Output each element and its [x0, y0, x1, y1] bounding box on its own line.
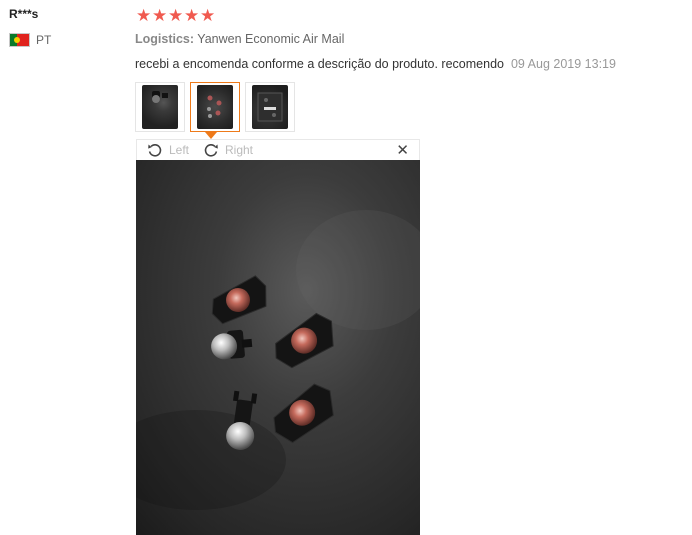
review-photo-thumbnails: [135, 82, 300, 132]
rotate-right-button[interactable]: Right: [203, 142, 253, 158]
rotate-left-button[interactable]: Left: [147, 142, 189, 158]
photo-thumbnail-image: [197, 85, 233, 129]
star-icon: ★: [136, 6, 152, 25]
star-icon: ★: [184, 6, 200, 25]
photo-thumbnail-image: [142, 85, 178, 129]
active-thumbnail-caret: [205, 132, 217, 139]
review-content: recebi a encomenda conforme a descrição …: [135, 57, 616, 71]
rotate-left-icon: [148, 144, 162, 157]
logistics-info: Logistics: Yanwen Economic Air Mail: [135, 32, 344, 46]
logistics-value: Yanwen Economic Air Mail: [197, 32, 345, 46]
reviewer-country: PT: [9, 33, 51, 47]
rotate-left-label: Left: [169, 143, 190, 157]
rotate-right-icon: [204, 144, 218, 157]
review-photo-thumbnail[interactable]: [135, 82, 185, 132]
star-icon: ★: [168, 6, 184, 25]
image-viewer-toolbar: Left Right ✕: [136, 139, 420, 160]
rotate-right-label: Right: [225, 143, 254, 157]
star-icon: ★: [152, 6, 168, 25]
review-photo-thumbnail-active[interactable]: [190, 82, 240, 132]
review-photo-large: [136, 160, 420, 535]
close-icon[interactable]: ✕: [396, 141, 409, 159]
photo-thumbnail-image: [252, 85, 288, 129]
portugal-flag-icon: [9, 33, 30, 47]
star-icon: ★: [200, 6, 216, 25]
reviewer-name: R***s: [9, 7, 39, 21]
star-rating: ★ ★ ★ ★ ★: [136, 6, 215, 26]
review-text: recebi a encomenda conforme a descrição …: [135, 57, 504, 71]
country-code: PT: [36, 33, 52, 47]
review-photo-thumbnail[interactable]: [245, 82, 295, 132]
logistics-label: Logistics:: [135, 32, 195, 46]
review-date: 09 Aug 2019 13:19: [510, 57, 616, 71]
